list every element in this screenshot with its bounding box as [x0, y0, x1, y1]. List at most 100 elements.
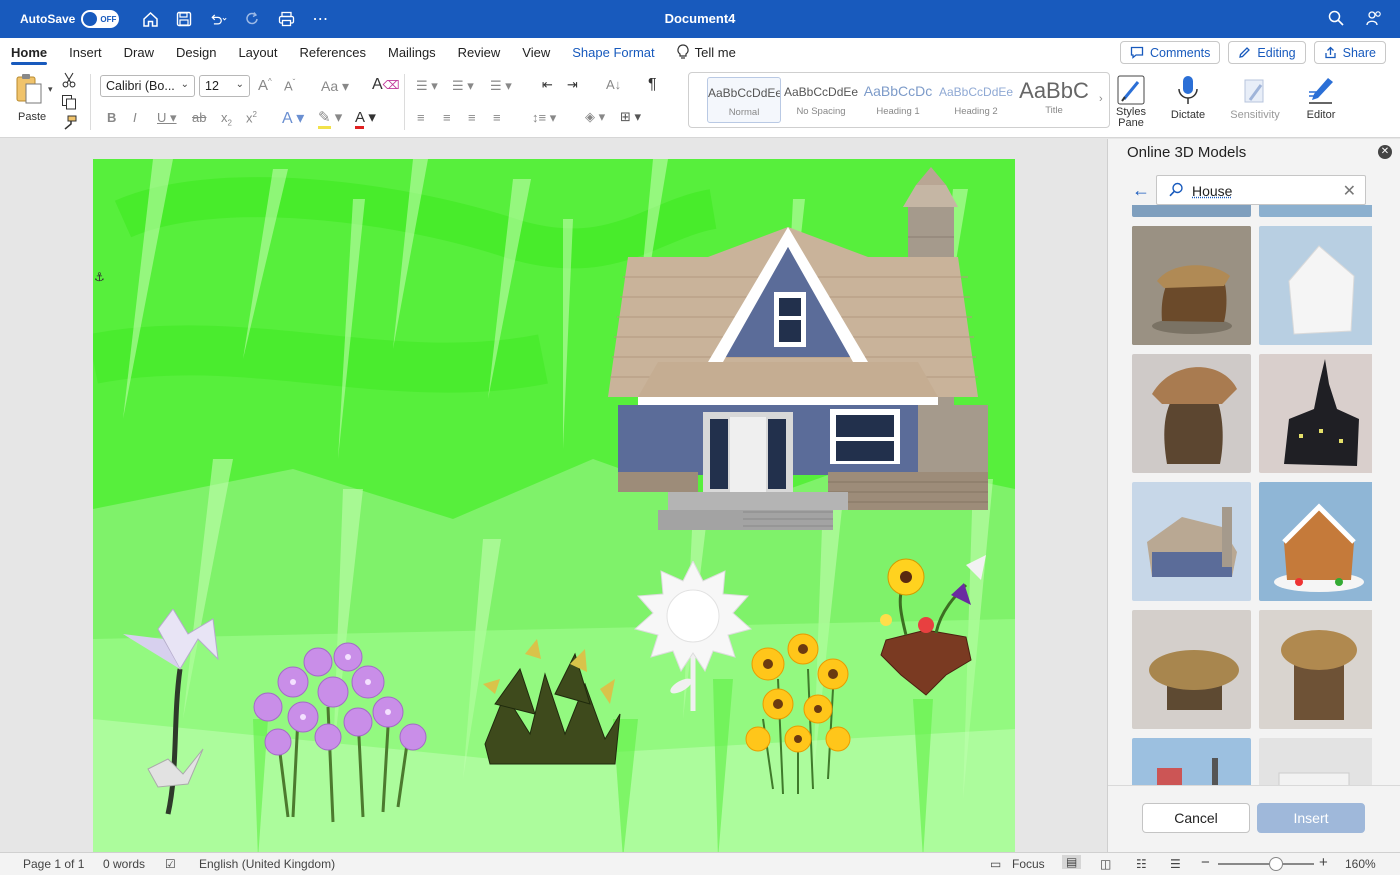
underline-icon[interactable]: U ▾: [157, 110, 177, 126]
account-icon[interactable]: [1366, 10, 1382, 32]
style-heading-2[interactable]: AaBbCcDdEe Heading 2: [939, 77, 1013, 123]
insert-button[interactable]: Insert: [1257, 803, 1365, 833]
paste-options-chevron-icon[interactable]: ▾: [48, 84, 53, 95]
model-thumbnail[interactable]: [1259, 482, 1372, 601]
line-spacing-icon[interactable]: ↕≡ ▾: [532, 110, 556, 126]
zoom-level[interactable]: 160%: [1345, 857, 1376, 871]
tell-me[interactable]: Tell me: [666, 38, 747, 66]
tab-design[interactable]: Design: [165, 38, 227, 66]
word-count[interactable]: 0 words: [103, 857, 145, 871]
draft-icon[interactable]: ☰: [1170, 857, 1181, 871]
autosave-control[interactable]: AutoSave OFF: [20, 10, 120, 28]
save-icon[interactable]: [175, 10, 193, 28]
model-thumbnail[interactable]: [1132, 205, 1251, 217]
font-color-icon[interactable]: A ▾: [355, 108, 376, 129]
model-thumbnail[interactable]: [1132, 610, 1251, 729]
autosave-toggle[interactable]: OFF: [81, 10, 120, 28]
model-thumbnail[interactable]: [1132, 226, 1251, 345]
multilevel-list-icon[interactable]: ☰ ▾: [490, 78, 512, 94]
page-count[interactable]: Page 1 of 1: [23, 857, 84, 871]
subscript-icon[interactable]: x2: [221, 110, 232, 128]
web-layout-icon[interactable]: ◫: [1100, 857, 1111, 871]
print-icon[interactable]: [277, 10, 295, 28]
origami-lily-3d-model[interactable]: [118, 609, 233, 819]
italic-icon[interactable]: I: [133, 110, 137, 125]
style-heading-1[interactable]: AaBbCcDc Heading 1: [861, 77, 935, 123]
zoom-slider[interactable]: [1218, 857, 1314, 871]
tab-references[interactable]: References: [289, 38, 377, 66]
tab-draw[interactable]: Draw: [113, 38, 165, 66]
sensitivity-button[interactable]: Sensitivity: [1226, 72, 1284, 121]
clear-formatting-icon[interactable]: A⌫: [372, 76, 400, 94]
highlight-color-icon[interactable]: ✎ ▾: [318, 108, 342, 129]
zoom-in-icon[interactable]: +: [1319, 854, 1328, 871]
clear-search-icon[interactable]: ✕: [1343, 181, 1356, 201]
search-input[interactable]: House ✕: [1156, 175, 1366, 205]
chevron-right-icon[interactable]: ›: [1099, 93, 1103, 105]
tab-mailings[interactable]: Mailings: [377, 38, 447, 66]
zoom-out-icon[interactable]: −: [1201, 854, 1210, 871]
decrease-font-icon[interactable]: Aˇ: [284, 78, 295, 93]
increase-indent-icon[interactable]: ⇥: [567, 77, 578, 93]
tab-insert[interactable]: Insert: [58, 38, 113, 66]
font-name-select[interactable]: Calibri (Bo... ⌄: [100, 75, 195, 97]
align-center-icon[interactable]: ≡: [443, 110, 451, 125]
share-button[interactable]: Share: [1313, 41, 1386, 64]
superscript-icon[interactable]: x2: [246, 110, 257, 125]
close-icon[interactable]: ✕: [1378, 145, 1392, 159]
shading-icon[interactable]: ◈ ▾: [585, 109, 605, 125]
decrease-indent-icon[interactable]: ⇤: [542, 77, 553, 93]
language[interactable]: English (United Kingdom): [199, 857, 335, 871]
dictate-button[interactable]: Dictate: [1166, 72, 1210, 121]
bullets-icon[interactable]: ☰ ▾: [416, 78, 438, 94]
anchor-icon[interactable]: ⚓: [94, 270, 105, 284]
tab-view[interactable]: View: [511, 38, 561, 66]
zoom-slider-thumb[interactable]: [1268, 857, 1283, 871]
document-page[interactable]: [93, 159, 1015, 852]
floating-flower-island-3d-model[interactable]: [866, 555, 996, 700]
model-thumbnail[interactable]: [1259, 738, 1372, 785]
house-3d-model[interactable]: [598, 167, 998, 537]
redo-icon[interactable]: [243, 10, 261, 28]
back-arrow-icon[interactable]: ←: [1132, 180, 1150, 201]
search-icon[interactable]: [1328, 10, 1344, 32]
purple-flowers-3d-model[interactable]: [238, 637, 438, 827]
style-title[interactable]: AaBbC Title: [1017, 77, 1091, 123]
style-normal[interactable]: AaBbCcDdEe Normal: [707, 77, 781, 123]
style-no-spacing[interactable]: AaBbCcDdEe No Spacing: [784, 77, 858, 123]
print-layout-icon[interactable]: ▤: [1062, 855, 1082, 869]
strikethrough-icon[interactable]: ab: [192, 110, 206, 125]
sort-icon[interactable]: A↓: [606, 77, 621, 92]
tab-review[interactable]: Review: [447, 38, 512, 66]
justify-icon[interactable]: ≡: [493, 110, 501, 125]
model-thumbnail[interactable]: [1132, 354, 1251, 473]
more-icon[interactable]: ⋯: [311, 10, 329, 28]
align-left-icon[interactable]: ≡: [417, 110, 425, 125]
show-formatting-icon[interactable]: ¶: [648, 76, 657, 94]
white-sunflower-3d-model[interactable]: [633, 561, 753, 716]
model-thumbnail[interactable]: [1259, 610, 1372, 729]
focus-icon[interactable]: ▭: [990, 857, 1001, 871]
cancel-button[interactable]: Cancel: [1142, 803, 1250, 833]
numbering-icon[interactable]: ☰ ▾: [452, 78, 474, 94]
tab-home[interactable]: Home: [0, 38, 58, 66]
paste-button[interactable]: Paste: [14, 72, 46, 123]
model-thumbnail[interactable]: [1259, 226, 1372, 345]
home-icon[interactable]: [141, 10, 159, 28]
borders-icon[interactable]: ⊞ ▾: [620, 109, 641, 125]
model-thumbnail[interactable]: [1259, 354, 1372, 473]
document-area[interactable]: ⚓: [0, 139, 1107, 852]
tab-layout[interactable]: Layout: [227, 38, 288, 66]
bold-icon[interactable]: B: [107, 110, 116, 125]
model-thumbnail[interactable]: [1132, 738, 1251, 785]
increase-font-icon[interactable]: A^: [258, 77, 272, 94]
yellow-flowers-3d-model[interactable]: [738, 629, 863, 799]
model-thumbnail[interactable]: [1132, 482, 1251, 601]
font-size-select[interactable]: 12 ⌄: [199, 75, 250, 97]
tab-shape-format[interactable]: Shape Format: [561, 38, 665, 66]
cut-icon[interactable]: [62, 72, 76, 93]
editing-button[interactable]: Editing: [1228, 41, 1306, 64]
model-thumbnail[interactable]: [1259, 205, 1372, 217]
styles-pane-button[interactable]: Styles Pane: [1112, 72, 1150, 129]
shrub-3d-model[interactable]: [475, 634, 625, 769]
